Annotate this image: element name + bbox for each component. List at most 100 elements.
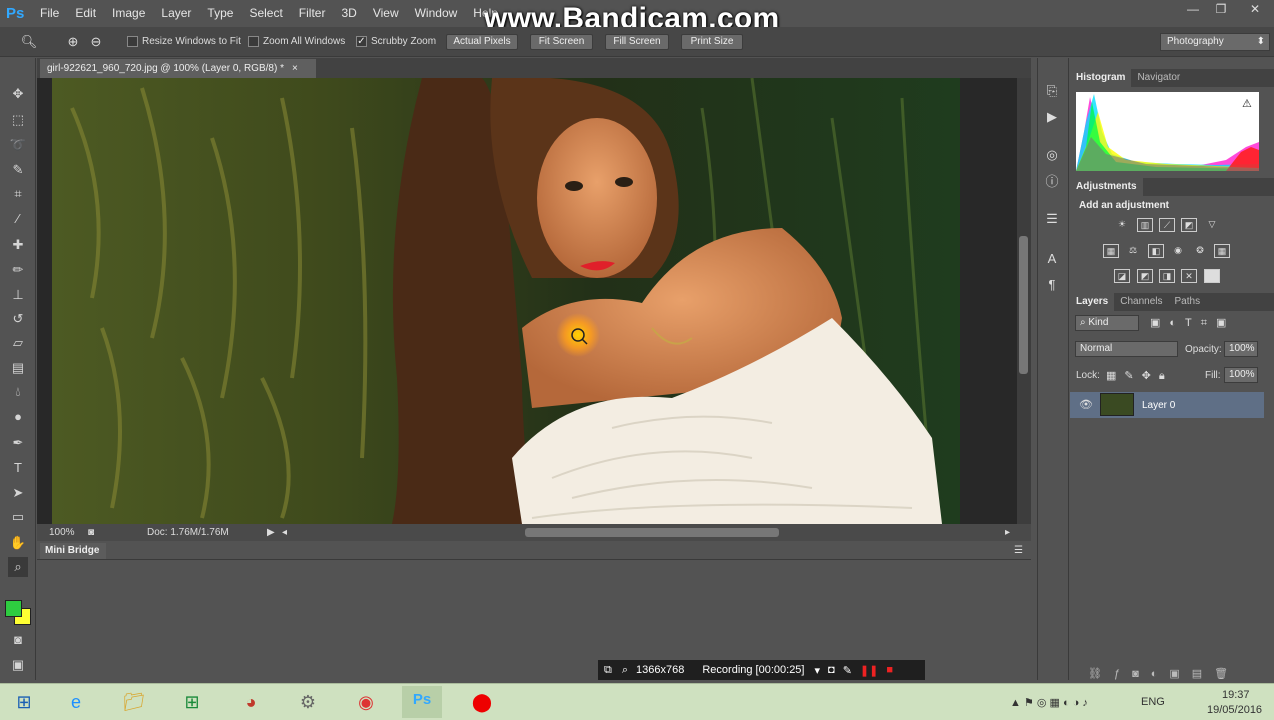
crop-tool-icon[interactable]: ⌗ [8, 184, 28, 204]
brush-tool-icon[interactable]: ✏ [8, 260, 28, 280]
tray-icons[interactable]: ▲ ⚑ ◎ ▦ ◐ ◑ ♪ [1010, 696, 1088, 709]
selective-color-icon[interactable]: ✕ [1181, 269, 1197, 283]
status-menu-arrow-icon[interactable]: ▶ [267, 527, 275, 538]
posterize-icon[interactable]: ◩ [1137, 269, 1153, 283]
shape-tool-icon[interactable]: ▭ [8, 507, 28, 527]
healing-tool-icon[interactable]: ✚ [8, 235, 28, 255]
clock-time[interactable]: 19:37 [1222, 689, 1250, 701]
photoshop-taskbar-icon[interactable]: Ps [402, 686, 442, 718]
menu-layer[interactable]: Layer [153, 6, 199, 20]
color-lookup-icon[interactable]: ▦ [1214, 244, 1230, 258]
eyedropper-tool-icon[interactable]: ⁄ [8, 209, 28, 229]
doc-info-icon[interactable]: ◙ [88, 527, 94, 538]
blur-tool-icon[interactable]: 💧︎ [8, 382, 28, 402]
opacity-input[interactable]: 100% [1224, 341, 1258, 357]
curves-icon[interactable]: ⟋ [1159, 218, 1175, 232]
tab-channels[interactable]: Channels [1114, 293, 1168, 311]
menu-type[interactable]: Type [199, 6, 241, 20]
layer-action-icons[interactable]: ⛓ƒ◙◐▣▤🗑︎ [1088, 667, 1240, 680]
menu-edit[interactable]: Edit [67, 6, 104, 20]
vibrance-icon[interactable]: ▽ [1204, 218, 1220, 232]
menu-view[interactable]: View [365, 6, 407, 20]
color-balance-icon[interactable]: ⚖ [1125, 244, 1141, 258]
stop-icon[interactable]: ■ [886, 664, 893, 676]
close-tab-icon[interactable]: × [292, 63, 298, 74]
properties-panel-icon[interactable]: ◎ [1043, 146, 1061, 164]
minimize-button[interactable]: — [1178, 2, 1208, 18]
tab-layers[interactable]: Layers [1070, 293, 1115, 311]
restore-button[interactable]: ❐ [1206, 2, 1236, 18]
clock-date[interactable]: 19/05/2016 [1207, 704, 1262, 716]
zoom-tool-icon[interactable]: ⌕ [8, 557, 28, 577]
menu-image[interactable]: Image [104, 6, 153, 20]
path-select-tool-icon[interactable]: ➤ [8, 483, 28, 503]
bandicam-taskbar-icon[interactable]: ⬤ [462, 688, 502, 716]
move-tool-icon[interactable]: ✥ [8, 84, 28, 104]
actions-panel-icon[interactable]: ▶ [1043, 108, 1061, 126]
photo-filter-icon[interactable]: ◉ [1170, 244, 1186, 258]
store-icon[interactable]: ⊞ [172, 688, 212, 716]
camera-icon[interactable]: ◘ [828, 664, 835, 676]
vertical-scroll-thumb[interactable] [1019, 236, 1028, 374]
brush-presets-icon[interactable]: ☰ [1043, 210, 1061, 228]
zoom-level[interactable]: 100% [49, 527, 75, 538]
marquee-tool-icon[interactable]: ⬚ [8, 110, 28, 130]
menu-file[interactable]: File [32, 6, 67, 20]
type-tool-icon[interactable]: T [8, 458, 28, 478]
warning-icon[interactable]: ⚠ [1242, 97, 1252, 110]
exposure-icon[interactable]: ◩ [1181, 218, 1197, 232]
file-explorer-icon[interactable]: 📁︎ [114, 688, 154, 716]
history-brush-icon[interactable]: ↺ [8, 309, 28, 329]
fill-input[interactable]: 100% [1224, 367, 1258, 383]
print-size-button[interactable]: Print Size [681, 34, 743, 50]
panel-menu-icon[interactable]: ☰ [1014, 545, 1023, 556]
menu-window[interactable]: Window [407, 6, 466, 20]
hue-saturation-icon[interactable]: ▦ [1103, 244, 1119, 258]
tab-adjustments[interactable]: Adjustments [1070, 178, 1143, 196]
dodge-tool-icon[interactable]: ● [8, 407, 28, 427]
blend-mode-select[interactable]: Normal [1075, 341, 1178, 357]
layer-name[interactable]: Layer 0 [1142, 400, 1175, 411]
quick-select-tool-icon[interactable]: ✎ [8, 160, 28, 180]
screen-mode-icon[interactable]: ▣ [8, 655, 28, 675]
workspace-select[interactable]: Photography ⬍ [1160, 33, 1270, 51]
magnifier-icon[interactable]: ⌕ [622, 664, 628, 677]
layer-kind-filter[interactable]: ⌕ Kind [1075, 315, 1139, 331]
lock-icons[interactable]: ▦✎✥🔒︎ [1106, 369, 1173, 383]
resize-windows-checkbox[interactable] [127, 36, 138, 47]
zoom-tool-icon[interactable]: 🔍︎ [20, 34, 38, 50]
levels-icon[interactable]: ▥ [1137, 218, 1153, 232]
menu-select[interactable]: Select [241, 6, 290, 20]
lasso-tool-icon[interactable]: ➰ [8, 135, 28, 155]
internet-explorer-icon[interactable]: e [56, 688, 96, 716]
mini-bridge-tab[interactable]: Mini Bridge [40, 543, 106, 559]
scroll-right-icon[interactable]: ▸ [1005, 527, 1010, 538]
quick-mask-icon[interactable]: ◙ [8, 630, 28, 650]
tab-histogram[interactable]: Histogram [1070, 69, 1132, 87]
fill-screen-button[interactable]: Fill Screen [605, 34, 669, 50]
fit-screen-button[interactable]: Fit Screen [530, 34, 593, 50]
picasa-icon[interactable]: ◕ [231, 688, 271, 716]
scrubby-zoom-checkbox[interactable]: ✓ [356, 36, 367, 47]
eraser-tool-icon[interactable]: ▱ [8, 333, 28, 353]
character-panel-icon[interactable]: A [1043, 250, 1061, 268]
threshold-icon[interactable]: ◨ [1159, 269, 1175, 283]
zoom-in-icon[interactable]: ⊕ [64, 34, 82, 50]
chrome-icon[interactable]: ◉ [346, 688, 386, 716]
black-white-icon[interactable]: ◧ [1148, 244, 1164, 258]
invert-icon[interactable]: ◪ [1114, 269, 1130, 283]
pen-tool-icon[interactable]: ✒ [8, 433, 28, 453]
menu-3d[interactable]: 3D [333, 6, 364, 20]
pause-icon[interactable]: ❚❚ [860, 664, 878, 677]
dropdown-icon[interactable]: ▾ [815, 664, 821, 677]
screen-icon[interactable]: ⧉ [604, 664, 612, 677]
zoom-all-checkbox[interactable] [248, 36, 259, 47]
paragraph-panel-icon[interactable]: ¶ [1043, 276, 1061, 294]
hand-tool-icon[interactable]: ✋ [8, 533, 28, 553]
app-icon[interactable]: ⚙ [288, 688, 328, 716]
tab-navigator[interactable]: Navigator [1131, 69, 1186, 87]
menu-filter[interactable]: Filter [291, 6, 334, 20]
close-button[interactable]: ✕ [1240, 2, 1270, 18]
stamp-tool-icon[interactable]: ⊥ [8, 285, 28, 305]
actual-pixels-button[interactable]: Actual Pixels [446, 34, 518, 50]
